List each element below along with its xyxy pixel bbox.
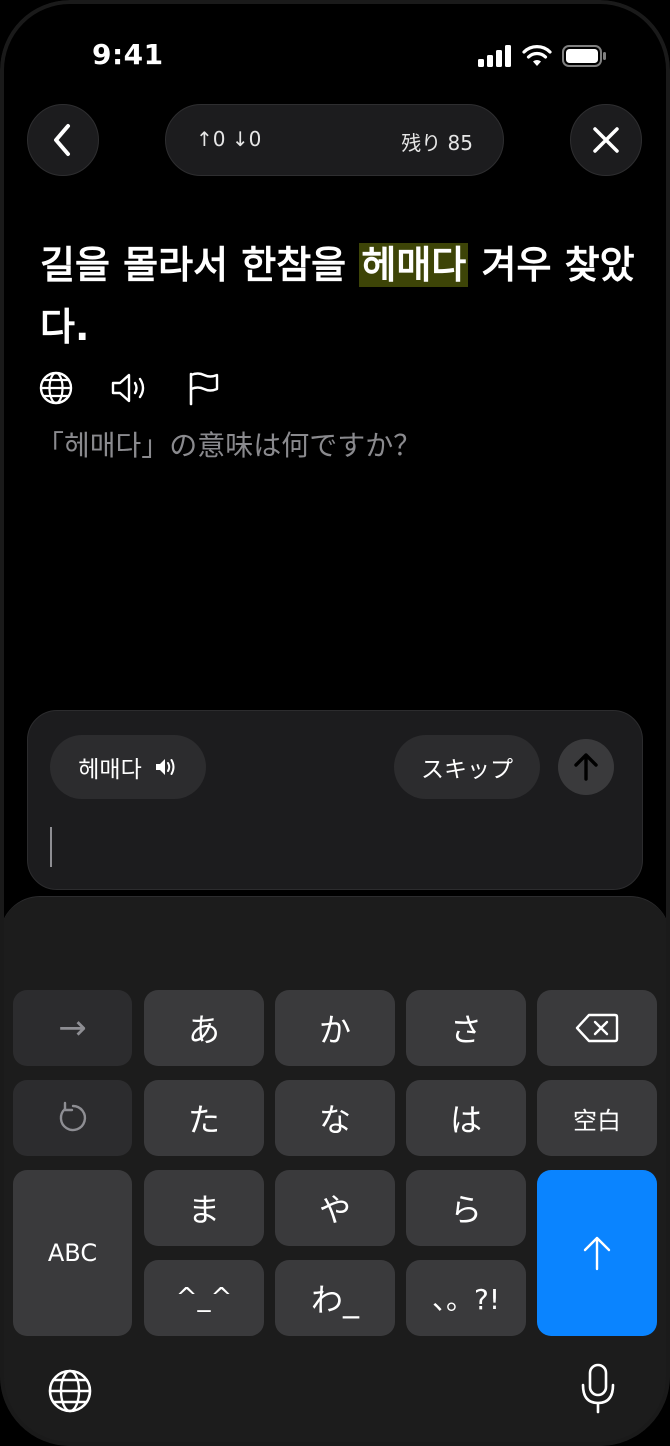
back-button[interactable] xyxy=(27,104,99,176)
close-button[interactable] xyxy=(570,104,642,176)
key-arrow-label: → xyxy=(58,1008,87,1048)
key-wa[interactable]: わ_ xyxy=(275,1260,395,1336)
speaker-small-icon xyxy=(155,759,175,775)
key-label: ^_^ xyxy=(175,1283,233,1313)
key-ra[interactable]: ら xyxy=(406,1170,526,1246)
key-delete[interactable] xyxy=(537,990,657,1066)
target-sentence: 길을 몰라서 한참을 헤매다 겨우 찾았다. xyxy=(40,234,640,358)
battery-icon xyxy=(562,45,606,67)
key-label: 、。?! xyxy=(431,1283,501,1316)
phone-screen: 9:41 ↑0 ↓0 残り 85 길을 몰라서 한참을 헤매다 겨우 찾았다. … xyxy=(0,0,670,1446)
close-icon xyxy=(593,127,619,153)
answer-stats: ↑0 ↓0 xyxy=(196,127,262,151)
speaker-icon[interactable] xyxy=(110,370,150,410)
key-label: あ xyxy=(187,1011,220,1049)
key-undo[interactable] xyxy=(13,1080,132,1156)
key-label: た xyxy=(187,1101,220,1139)
highlighted-word[interactable]: 헤매다 xyxy=(359,243,469,287)
answer-box: 헤매다 スキップ xyxy=(27,710,643,890)
remaining-count: 残り 85 xyxy=(401,131,473,155)
word-pronounce-chip[interactable]: 헤매다 xyxy=(50,735,206,799)
sentence-tools xyxy=(38,370,220,410)
status-time: 9:41 xyxy=(92,38,164,71)
key-enter[interactable] xyxy=(537,1170,657,1336)
skip-label: スキップ xyxy=(421,757,513,783)
key-label: ま xyxy=(187,1191,220,1229)
key-label: は xyxy=(449,1101,482,1139)
globe-icon[interactable] xyxy=(38,370,74,410)
skip-button[interactable]: スキップ xyxy=(394,735,540,799)
key-label: さ xyxy=(449,1011,482,1049)
signal-icon xyxy=(478,45,511,67)
submit-button[interactable] xyxy=(558,739,614,795)
answer-input[interactable] xyxy=(58,823,618,871)
key-ta[interactable]: た xyxy=(144,1080,264,1156)
wifi-icon xyxy=(522,45,552,66)
key-kaomoji[interactable]: ^_^ xyxy=(144,1260,264,1336)
key-label: ABC xyxy=(47,1239,98,1267)
microphone-icon[interactable] xyxy=(580,1363,616,1419)
key-ka[interactable]: か xyxy=(275,990,395,1066)
key-label: 空白 xyxy=(573,1106,621,1135)
key-sa[interactable]: さ xyxy=(406,990,526,1066)
key-ma[interactable]: ま xyxy=(144,1170,264,1246)
key-label: や xyxy=(318,1191,351,1229)
arrow-up-icon xyxy=(583,1236,611,1271)
key-abc[interactable]: ABC xyxy=(13,1170,132,1336)
word-chip-label: 헤매다 xyxy=(78,757,142,783)
sentence-before: 길을 몰라서 한참을 xyxy=(40,243,360,287)
undo-icon xyxy=(59,1101,86,1132)
key-ha[interactable]: は xyxy=(406,1080,526,1156)
key-label: か xyxy=(318,1011,351,1049)
text-cursor xyxy=(50,827,52,867)
key-punctuation[interactable]: 、。?! xyxy=(406,1260,526,1336)
key-ya[interactable]: や xyxy=(275,1170,395,1246)
key-a[interactable]: あ xyxy=(144,990,264,1066)
key-label: ら xyxy=(449,1191,482,1229)
key-na[interactable]: な xyxy=(275,1080,395,1156)
key-space[interactable]: 空白 xyxy=(537,1080,657,1156)
key-label: わ_ xyxy=(310,1281,359,1319)
keyboard: → あ か さ た な は 空白 ABC ま や ら ^_^ わ_ 、。?! xyxy=(0,896,670,1446)
keyboard-globe-icon[interactable] xyxy=(46,1367,94,1419)
delete-icon xyxy=(575,1013,619,1043)
key-label: な xyxy=(318,1101,351,1139)
status-icons xyxy=(478,44,608,68)
progress-pill: ↑0 ↓0 残り 85 xyxy=(165,104,504,176)
question-text: 「헤매다」の意味は何ですか？ xyxy=(36,429,422,462)
arrow-up-icon xyxy=(574,753,598,781)
key-next-arrow[interactable]: → xyxy=(13,990,132,1066)
chevron-left-icon xyxy=(54,124,70,156)
flag-icon[interactable] xyxy=(186,370,220,410)
